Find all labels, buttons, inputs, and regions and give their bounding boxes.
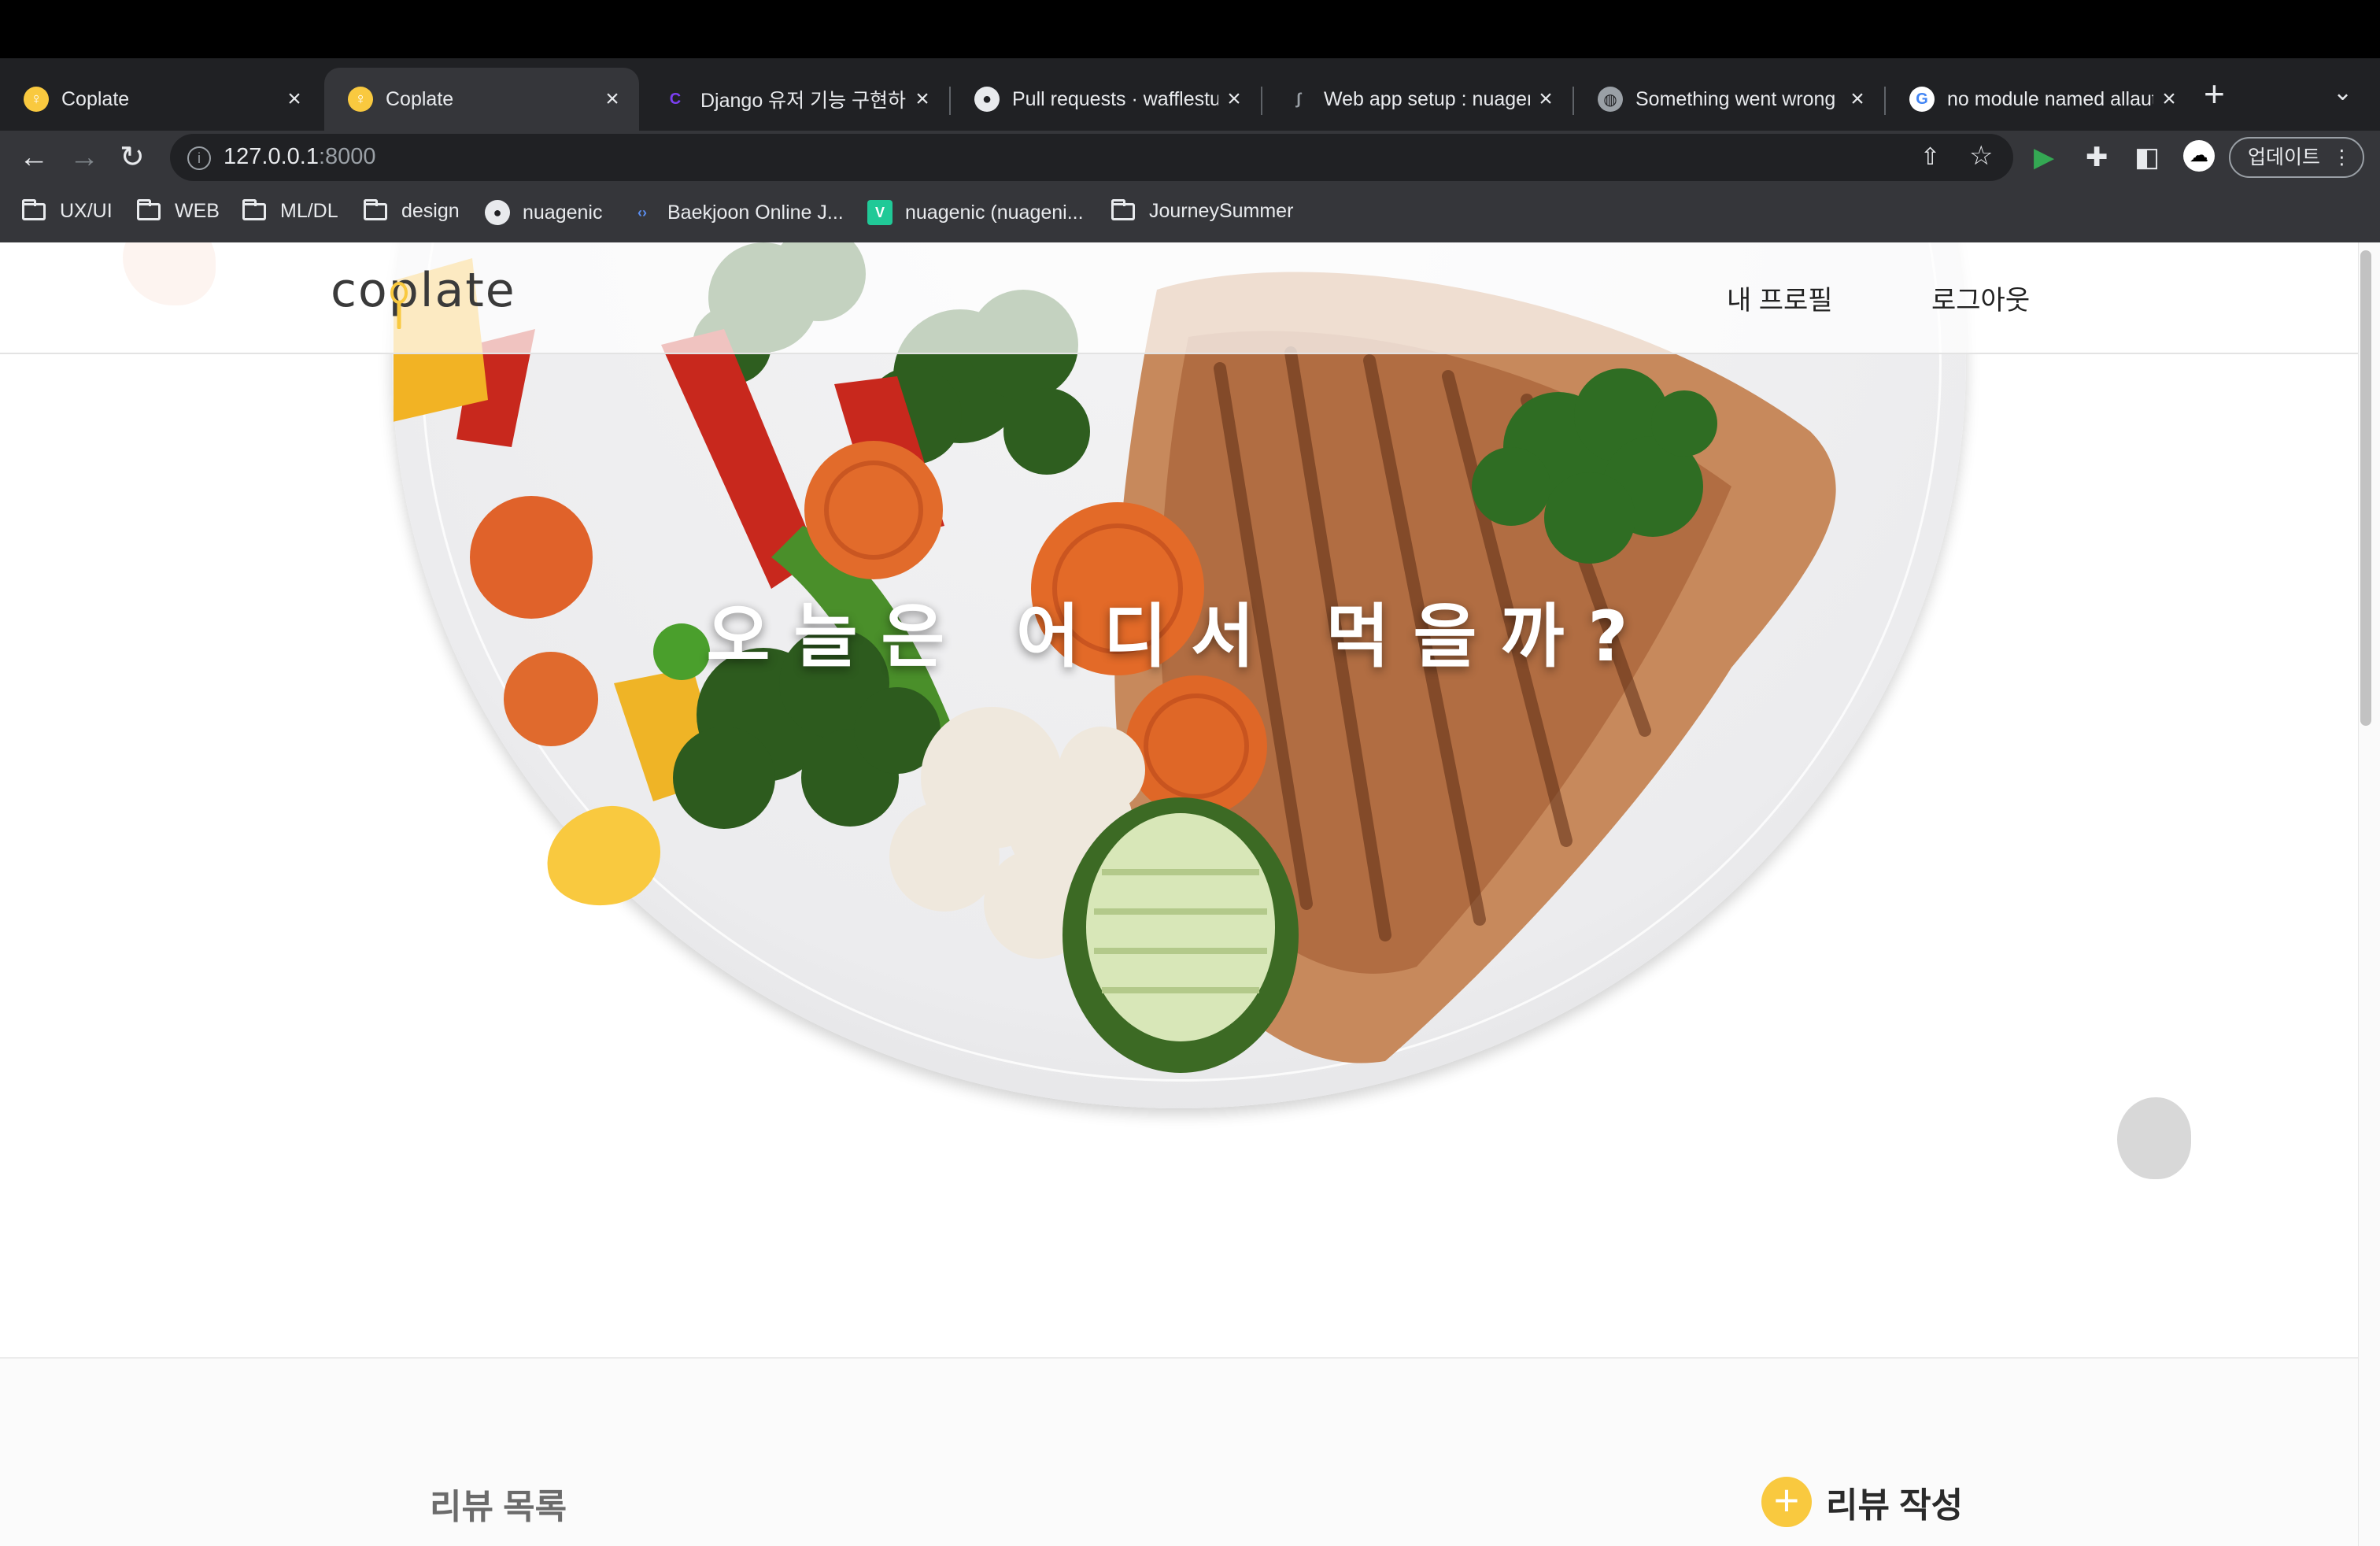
- bookmark-ml-dl[interactable]: ML/DL: [242, 198, 338, 223]
- folder-icon: [242, 198, 266, 220]
- profile-avatar-icon[interactable]: ☁: [2183, 140, 2215, 172]
- reviews-title: 리뷰 목록: [430, 1488, 567, 1526]
- bookmark-ux-ui[interactable]: UX/UI: [22, 198, 113, 223]
- tab-title: Coplate: [386, 87, 454, 110]
- star-icon[interactable]: ☆: [1969, 140, 1993, 172]
- address-bar[interactable]: i 127.0.0.1:8000 ⇧ ☆: [170, 134, 2013, 181]
- kebab-menu-icon[interactable]: ⋮: [2332, 139, 2352, 176]
- send-extension-icon[interactable]: ▶: [2034, 142, 2054, 173]
- forward-icon[interactable]: →: [69, 131, 99, 184]
- github-icon: ●: [974, 87, 1000, 112]
- velog-icon: V: [867, 200, 893, 225]
- bookmark-web[interactable]: WEB: [137, 198, 220, 223]
- folder-icon: [22, 198, 46, 220]
- tab-title: no module named allaut: [1947, 87, 2153, 110]
- close-icon[interactable]: ×: [2153, 86, 2185, 113]
- share-icon[interactable]: ⇧: [1920, 142, 1940, 173]
- coplate-icon: ♀: [348, 87, 373, 112]
- add-review-button[interactable]: + 리뷰 작성: [1761, 1477, 1963, 1527]
- folder-icon: [364, 198, 387, 220]
- plus-icon: +: [1761, 1477, 1812, 1527]
- tab-strip: ♀ Coplate × ♀ Coplate × C Django 유저 기능 구…: [0, 58, 2380, 131]
- add-review-label: 리뷰 작성: [1826, 1486, 1964, 1525]
- tab-title: Coplate: [61, 87, 130, 110]
- window-titlebar: [0, 0, 2380, 58]
- nav-logout[interactable]: 로그아웃: [1931, 279, 2030, 317]
- bookmarks-bar: UX/UI WEB ML/DL design ● nuagenic ‹› Baekj…: [0, 184, 2380, 242]
- globe-icon: ◍: [1598, 87, 1623, 112]
- tab-something-went-wrong[interactable]: ◍ Something went wrong ×: [1574, 68, 1884, 131]
- tab-title: Web app setup : nuagen: [1324, 87, 1530, 110]
- close-icon[interactable]: ×: [279, 86, 310, 113]
- decorative-blob-gray: [2117, 1097, 2191, 1179]
- tab-coplate-1[interactable]: ♀ Coplate ×: [0, 68, 321, 131]
- puzzle-extensions-icon[interactable]: ✚: [2086, 142, 2108, 173]
- tab-title: Something went wrong: [1635, 87, 1836, 110]
- tab-coplate-2[interactable]: ♀ Coplate ×: [324, 68, 639, 131]
- tab-web-app-setup[interactable]: ∫ Web app setup : nuagen ×: [1262, 68, 1572, 131]
- tab-no-module[interactable]: G no module named allaut ×: [1886, 68, 2196, 131]
- gitbook-icon: C: [669, 90, 682, 108]
- scrollbar-thumb[interactable]: [2360, 250, 2371, 726]
- site-header: coplate 내 프로필 로그아웃: [0, 242, 2358, 354]
- github-icon: ●: [485, 200, 510, 225]
- hero-food-illustration: [394, 242, 1836, 1073]
- info-icon[interactable]: i: [187, 146, 211, 170]
- folder-icon: [137, 198, 161, 220]
- tab-search-chevron-icon[interactable]: ⌄: [2333, 79, 2352, 106]
- site-logo[interactable]: coplate: [331, 263, 516, 318]
- browser-toolbar: ← → ↻ i 127.0.0.1:8000 ⇧ ☆ ▶ ✚ ◧ ☁ 업데이트 ⋮: [0, 131, 2380, 184]
- coplate-icon: ♀: [24, 87, 49, 112]
- close-icon[interactable]: ×: [1842, 86, 1873, 113]
- logo-pin-icon: [390, 282, 408, 329]
- bookmark-design[interactable]: design: [364, 198, 460, 223]
- google-icon: G: [1909, 87, 1935, 112]
- back-icon[interactable]: ←: [19, 131, 49, 184]
- url-text: 127.0.0.1:8000: [224, 144, 376, 169]
- close-icon[interactable]: ×: [907, 86, 938, 113]
- bookmark-nuagenic[interactable]: ● nuagenic: [485, 200, 602, 225]
- close-icon[interactable]: ×: [597, 86, 628, 113]
- bookmark-journeysummer[interactable]: JourneySummer: [1111, 198, 1293, 223]
- reviews-section: 리뷰 목록 + 리뷰 작성: [0, 1357, 2358, 1546]
- side-panel-icon[interactable]: ◧: [2134, 142, 2160, 173]
- bookmark-velog[interactable]: Vnuagenic (nuageni...: [867, 200, 1084, 225]
- tab-title: Pull requests · wafflestu: [1012, 87, 1218, 110]
- bookmark-baekjoon[interactable]: ‹› Baekjoon Online J...: [630, 200, 844, 225]
- code-icon: ‹›: [638, 204, 647, 220]
- nav-my-profile[interactable]: 내 프로필: [1727, 279, 1833, 317]
- hero-title: 오늘은 어디서 먹을까?: [706, 596, 1652, 677]
- page-viewport: coplate 내 프로필 로그아웃 오늘은 어디서 먹을까? 리뷰 목록 + …: [0, 242, 2358, 1546]
- reload-icon[interactable]: ↻: [120, 131, 145, 184]
- tab-title: Django 유저 기능 구현하기: [700, 90, 907, 112]
- tab-pull-requests[interactable]: ● Pull requests · wafflestu ×: [951, 68, 1261, 131]
- pythonanywhere-icon: ∫: [1296, 90, 1301, 108]
- folder-icon: [1111, 198, 1135, 220]
- new-tab-button[interactable]: +: [2204, 76, 2225, 112]
- close-icon[interactable]: ×: [1218, 86, 1250, 113]
- close-icon[interactable]: ×: [1530, 86, 1561, 113]
- update-button[interactable]: 업데이트 ⋮: [2229, 137, 2364, 178]
- tab-django[interactable]: C Django 유저 기능 구현하기 ×: [639, 68, 949, 131]
